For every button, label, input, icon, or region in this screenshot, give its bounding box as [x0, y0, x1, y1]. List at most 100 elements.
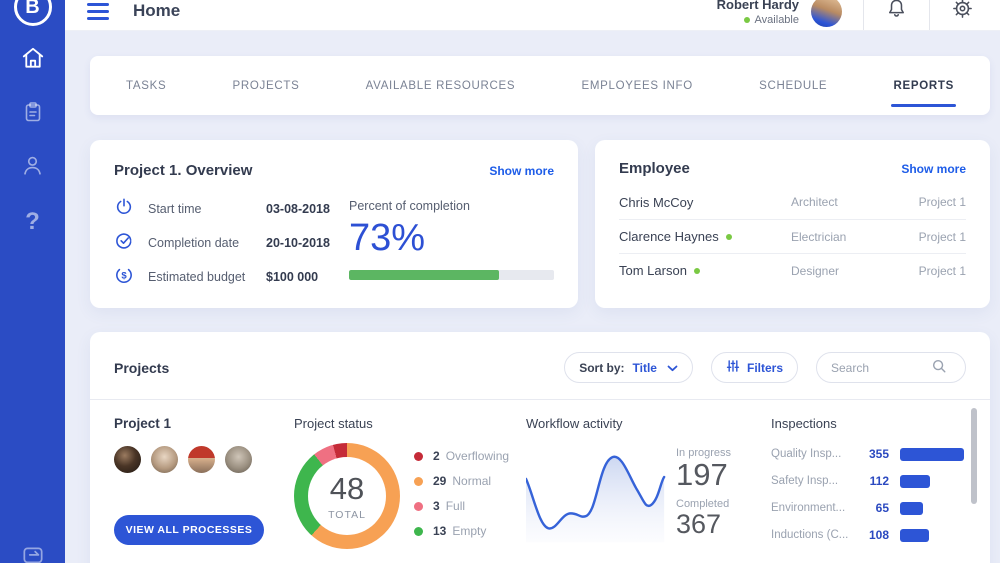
- inspection-row: Environment... 65: [771, 501, 966, 515]
- inspection-row: Quality Insp... 355: [771, 447, 966, 461]
- tab-bar: TASKS PROJECTS AVAILABLE RESOURCES EMPLO…: [90, 56, 990, 115]
- tab-employees-info[interactable]: EMPLOYEES INFO: [581, 80, 692, 92]
- clipboard-icon: [21, 100, 45, 129]
- online-dot-icon: [725, 233, 732, 240]
- donut-center: 48 TOTAL: [308, 457, 386, 535]
- filters-icon: [726, 359, 740, 376]
- employee-row[interactable]: Tom Larson Designer Project 1: [619, 253, 966, 287]
- legend-item: 29 Normal: [414, 474, 509, 488]
- completion-progress-bar: [349, 270, 554, 280]
- sort-by-label: Sort by:: [579, 360, 625, 375]
- chevron-down-icon: [667, 361, 678, 375]
- search-icon[interactable]: [931, 358, 947, 377]
- sidebar-item-home[interactable]: [19, 46, 47, 74]
- gear-icon[interactable]: [951, 0, 974, 25]
- search-box[interactable]: [816, 352, 966, 383]
- filters-button[interactable]: Filters: [710, 352, 798, 383]
- sidebar: B ?: [0, 0, 65, 563]
- overview-row-label: Completion date: [148, 236, 240, 250]
- overview-row-budget: $ Estimated budget $100 000: [114, 265, 349, 289]
- inspections-title: Inspections: [771, 416, 837, 431]
- avatar[interactable]: [225, 446, 252, 473]
- hamburger-menu-icon[interactable]: [87, 2, 109, 20]
- filters-label: Filters: [746, 360, 783, 375]
- completion-label: Percent of completion: [349, 199, 470, 213]
- in-progress-value: 197: [676, 457, 728, 492]
- legend-item: 3 Full: [414, 499, 509, 513]
- overview-row-value: 03-08-2018: [266, 202, 330, 216]
- project-name: Project 1: [114, 416, 172, 431]
- avatar[interactable]: [188, 446, 215, 473]
- user-status-label: Available: [754, 13, 799, 26]
- donut-total-label: TOTAL: [328, 509, 366, 521]
- inspection-row: Safety Insp... 112: [771, 474, 966, 488]
- tab-schedule[interactable]: SCHEDULE: [759, 80, 827, 92]
- employee-show-more-link[interactable]: Show more: [901, 162, 966, 176]
- logo-letter: B: [25, 0, 40, 18]
- employee-role: Designer: [791, 263, 840, 278]
- logout-icon: [20, 547, 46, 563]
- sort-by-dropdown[interactable]: Sort by: Title: [564, 352, 693, 383]
- workflow-line-chart: [524, 439, 666, 548]
- tab-available-resources[interactable]: AVAILABLE RESOURCES: [366, 80, 516, 92]
- project-overview-card: Project 1. Overview Show more Start time…: [90, 140, 578, 308]
- bell-icon[interactable]: [885, 0, 908, 25]
- tab-projects[interactable]: PROJECTS: [233, 80, 300, 92]
- search-input[interactable]: [831, 360, 931, 375]
- online-dot-icon: [743, 16, 750, 23]
- user-info: Robert Hardy Available: [717, 0, 799, 26]
- projects-section-title: Projects: [114, 359, 170, 376]
- sidebar-item-help[interactable]: ?: [19, 208, 47, 236]
- status-legend: 2 Overflowing 29 Normal 3 Full 13 Empty: [414, 449, 509, 549]
- employee-name: Tom Larson: [619, 263, 791, 278]
- home-icon: [20, 45, 46, 76]
- donut-total: 48: [329, 471, 365, 506]
- employee-role: Architect: [791, 195, 838, 209]
- completion-progress-fill: [349, 270, 499, 280]
- power-icon: [114, 197, 134, 222]
- completion-percent: 73%: [349, 217, 426, 259]
- help-icon: ?: [25, 208, 40, 235]
- overview-show-more-link[interactable]: Show more: [489, 164, 554, 178]
- check-circle-icon: [114, 231, 134, 256]
- legend-dot-icon: [414, 476, 423, 486]
- avatar[interactable]: [151, 446, 178, 473]
- employee-project: Project 1: [918, 229, 966, 244]
- employee-row[interactable]: Chris McCoy Architect Project 1: [619, 185, 966, 219]
- employee-row[interactable]: Clarence Haynes Electrician Project 1: [619, 219, 966, 253]
- tab-reports[interactable]: REPORTS: [891, 80, 956, 107]
- overview-card-title: Project 1. Overview: [114, 162, 253, 179]
- avatar[interactable]: [114, 446, 141, 473]
- inspection-bar: [900, 528, 929, 542]
- overview-row-label: Start time: [148, 202, 202, 216]
- inspection-bar: [900, 447, 964, 461]
- legend-item: 13 Empty: [414, 524, 509, 538]
- projects-card: Projects Sort by: Title Filters Search P…: [90, 332, 990, 563]
- legend-item: 2 Overflowing: [414, 449, 509, 463]
- completed-value: 367: [676, 508, 722, 539]
- view-all-processes-button[interactable]: VIEW ALL PROCESSES: [114, 515, 264, 545]
- avatar[interactable]: [811, 0, 842, 27]
- inspections-list: Quality Insp... 355 Safety Insp... 112 E…: [771, 447, 966, 542]
- legend-dot-icon: [414, 501, 423, 511]
- header-divider: [929, 0, 930, 30]
- overview-row-completion-date: Completion date 20-10-2018: [114, 231, 349, 255]
- overview-row-label: Estimated budget: [148, 270, 246, 284]
- project-team-avatars: [114, 446, 294, 473]
- employee-role: Electrician: [791, 229, 847, 244]
- project-status-donut: 48 TOTAL: [294, 443, 400, 549]
- app-logo[interactable]: B: [13, 0, 52, 26]
- sidebar-item-employees[interactable]: [19, 154, 47, 182]
- employee-card: Employee Show more Chris McCoy Architect…: [595, 140, 990, 308]
- workflow-activity-title: Workflow activity: [526, 416, 623, 431]
- tab-tasks[interactable]: TASKS: [126, 80, 166, 92]
- sort-by-value: Title: [632, 360, 657, 375]
- sidebar-item-tasks[interactable]: [19, 100, 47, 128]
- overview-row-value: 20-10-2018: [266, 236, 330, 250]
- scrollbar[interactable]: [971, 408, 977, 504]
- employee-project: Project 1: [918, 263, 966, 278]
- sidebar-item-logout[interactable]: [20, 544, 46, 563]
- svg-text:$: $: [121, 270, 127, 281]
- online-dot-icon: [693, 267, 700, 274]
- legend-dot-icon: [414, 526, 423, 536]
